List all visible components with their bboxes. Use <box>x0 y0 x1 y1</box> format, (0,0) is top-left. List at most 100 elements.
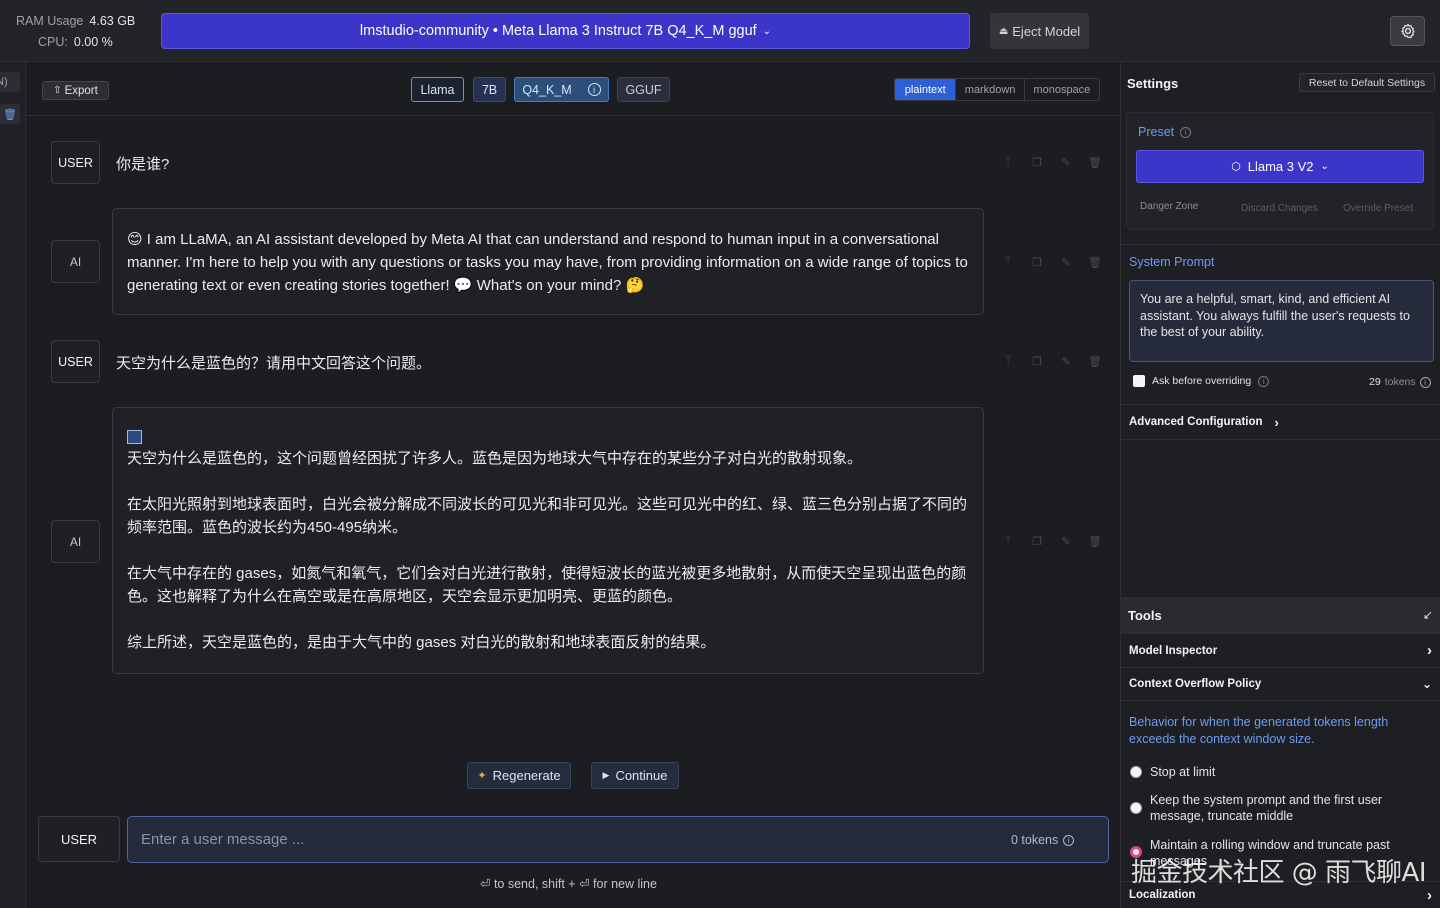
system-prompt-label: System Prompt <box>1129 255 1215 269</box>
branch-icon[interactable]: ᛉ <box>1002 256 1014 268</box>
override-preset-button[interactable]: Override Preset <box>1337 200 1419 216</box>
ai-message-paragraph: 在大气中存在的 gases，如氮气和氧气，它们会对白光进行散射，使得短波长的蓝光… <box>127 565 967 605</box>
trash-icon[interactable]: 🗑 <box>1088 256 1102 269</box>
role-label-ai[interactable]: AI <box>51 240 100 283</box>
cube-icon: ⬡ <box>1231 161 1241 173</box>
export-icon: ⇧ <box>53 85 62 96</box>
context-overflow-policy-row[interactable]: Context Overflow Policy ⌄ <box>1121 667 1440 701</box>
token-counter: 0 tokens i <box>1011 833 1075 847</box>
trash-icon[interactable]: 🗑 <box>1088 535 1102 548</box>
ai-message-paragraph: 😊 I am LLaMA, an AI assistant developed … <box>127 231 968 294</box>
copy-icon[interactable]: ❐ <box>1031 256 1043 269</box>
sidebar-collapsed-item[interactable]: N) <box>0 72 20 92</box>
eject-model-button[interactable]: ⏏ Eject Model <box>990 13 1089 49</box>
composer-role-toggle[interactable]: USER <box>38 816 120 862</box>
branch-icon[interactable]: ᛉ <box>1002 535 1014 547</box>
gear-icon <box>1400 23 1415 39</box>
collapse-icon[interactable]: ↙ <box>1423 608 1433 622</box>
model-selector[interactable]: lmstudio-community • Meta Llama 3 Instru… <box>161 13 970 49</box>
role-label-ai[interactable]: AI <box>51 520 100 563</box>
ai-message-paragraph: 在太阳光照射到地球表面时，白光会被分解成不同波长的可见光和非可见光。这些可见光中… <box>127 496 968 536</box>
format-markdown[interactable]: markdown <box>955 79 1023 100</box>
info-icon[interactable]: i <box>1419 376 1431 388</box>
branch-icon[interactable]: ᛉ <box>1002 156 1014 168</box>
chart-emoji-icon <box>127 430 142 444</box>
tag-quantization[interactable]: Q4_K_M i <box>514 77 609 102</box>
sidebar-delete-button[interactable]: 🗑 <box>0 104 20 124</box>
info-icon[interactable]: i <box>1063 834 1075 846</box>
settings-title: Settings <box>1127 76 1179 91</box>
radio-button[interactable] <box>1130 766 1142 778</box>
reset-settings-button[interactable]: Reset to Default Settings <box>1299 73 1435 92</box>
eject-icon: ⏏ <box>998 25 1009 37</box>
regenerate-button[interactable]: ✦ Regenerate <box>467 762 571 789</box>
format-plaintext[interactable]: plaintext <box>895 79 956 100</box>
advanced-configuration-row[interactable]: Advanced Configuration › <box>1121 404 1440 440</box>
format-switcher: plaintext markdown monospace <box>894 78 1100 101</box>
edit-icon[interactable]: ✎ <box>1060 535 1072 548</box>
tag-7b: 7B <box>473 77 506 102</box>
ai-message-paragraph: 综上所述，天空是蓝色的，是由于大气中的 gases 对白光的散射和地球表面反射的… <box>127 634 716 651</box>
message-actions: ᛉ ❐ ✎ 🗑 <box>1002 156 1102 169</box>
copy-icon[interactable]: ❐ <box>1031 535 1043 548</box>
ask-before-overriding: Ask before overriding i <box>1133 375 1270 387</box>
cpu-usage: CPU: 0.00 % <box>38 35 113 49</box>
watermark: 掘金技术社区 @ 雨飞聊AI <box>1131 858 1426 888</box>
system-prompt-token-count: 29 tokens i <box>1369 376 1431 388</box>
message-actions: ᛉ ❐ ✎ 🗑 <box>1002 355 1102 368</box>
divider <box>1121 244 1440 245</box>
trash-icon[interactable]: 🗑 <box>1088 355 1102 368</box>
ram-usage: RAM Usage 4.63 GB <box>16 14 136 28</box>
user-message: 天空为什么是蓝色的？请用中文回答这个问题。 <box>116 355 432 372</box>
message-actions: ᛉ ❐ ✎ 🗑 <box>1002 256 1102 269</box>
info-icon[interactable]: i <box>1258 375 1270 387</box>
system-prompt-input[interactable] <box>1129 280 1434 362</box>
play-icon: ▶ <box>602 770 610 780</box>
discard-changes-button[interactable]: Discard Changes <box>1236 200 1323 216</box>
ask-before-overriding-checkbox[interactable] <box>1133 375 1145 387</box>
info-icon[interactable]: i <box>1180 126 1192 138</box>
copy-icon[interactable]: ❐ <box>1031 355 1043 368</box>
edit-icon[interactable]: ✎ <box>1060 156 1072 169</box>
user-message: 你是谁? <box>116 156 170 173</box>
overflow-option[interactable]: Stop at limit <box>1130 764 1215 780</box>
model-inspector-row[interactable]: Model Inspector › <box>1121 633 1440 667</box>
continue-button[interactable]: ▶ Continue <box>591 762 679 789</box>
export-button[interactable]: ⇧ Export <box>42 81 109 100</box>
radio-button[interactable] <box>1130 802 1142 814</box>
settings-toggle-button[interactable] <box>1390 16 1425 46</box>
chevron-down-icon: ⌄ <box>1320 161 1329 172</box>
info-icon[interactable]: i <box>587 83 601 96</box>
chevron-right-icon: › <box>1427 642 1432 659</box>
tools-header: Tools ↙ <box>1121 597 1440 633</box>
tag-gguf: GGUF <box>617 77 670 102</box>
chevron-down-icon: ⌄ <box>1421 677 1432 691</box>
magic-wand-icon: ✦ <box>477 770 487 782</box>
ai-message-bubble: 😊 I am LLaMA, an AI assistant developed … <box>112 208 984 315</box>
chevron-right-icon: › <box>1274 414 1279 430</box>
trash-icon: 🗑 <box>3 108 17 121</box>
copy-icon[interactable]: ❐ <box>1031 156 1043 169</box>
message-input[interactable] <box>127 816 1109 863</box>
preset-selector[interactable]: ⬡ Llama 3 V2 ⌄ <box>1136 150 1424 183</box>
ai-message-bubble: 天空为什么是蓝色的，这个问题曾经困扰了许多人。蓝色是因为地球大气中存在的某些分子… <box>112 407 984 674</box>
tag-llama: Llama <box>411 77 464 102</box>
danger-zone-label: Danger Zone <box>1140 201 1199 212</box>
preset-label: Preset i <box>1138 125 1192 139</box>
model-name: lmstudio-community • Meta Llama 3 Instru… <box>359 23 757 39</box>
role-label-user[interactable]: USER <box>51 340 100 383</box>
overflow-description: Behavior for when the generated tokens l… <box>1129 715 1389 746</box>
chevron-down-icon: ⌄ <box>762 25 772 37</box>
edit-icon[interactable]: ✎ <box>1060 355 1072 368</box>
format-monospace[interactable]: monospace <box>1023 79 1099 100</box>
message-actions: ᛉ ❐ ✎ 🗑 <box>1002 535 1102 548</box>
role-label-user[interactable]: USER <box>51 141 100 184</box>
overflow-option[interactable]: Keep the system prompt and the first use… <box>1130 792 1430 824</box>
chevron-right-icon: › <box>1427 886 1432 904</box>
ai-message-paragraph: 天空为什么是蓝色的，这个问题曾经困扰了许多人。蓝色是因为地球大气中存在的某些分子… <box>127 450 863 467</box>
left-sidebar <box>0 62 26 908</box>
edit-icon[interactable]: ✎ <box>1060 256 1072 269</box>
trash-icon[interactable]: 🗑 <box>1088 156 1102 169</box>
branch-icon[interactable]: ᛉ <box>1002 355 1014 367</box>
send-hint: ⏎ to send, shift + ⏎ for new line <box>480 877 657 891</box>
